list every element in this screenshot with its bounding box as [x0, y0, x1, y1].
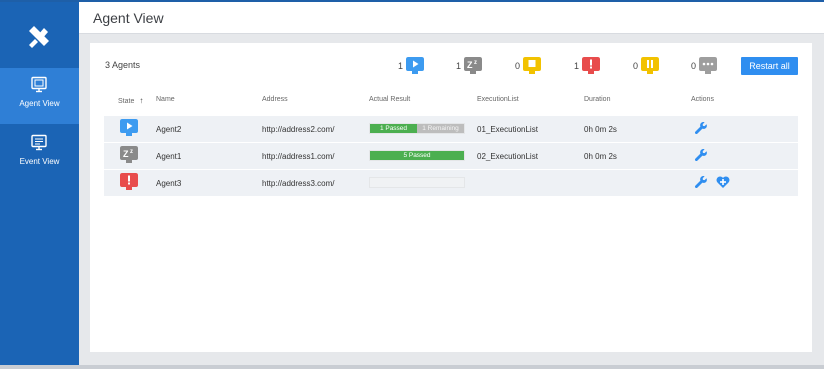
page-title: Agent View [93, 10, 164, 26]
page-header: Agent View [79, 2, 824, 34]
agent-name: Agent3 [156, 179, 182, 188]
table-row[interactable]: Agent2 http://address2.com/ 1 Passed 1 R… [104, 116, 798, 142]
agent-address: http://address3.com/ [262, 179, 335, 188]
stat-count: 0 [691, 61, 697, 71]
svg-text:z: z [130, 149, 133, 155]
execution-list: 02_ExecutionList [477, 152, 538, 161]
result-progress: 1 Passed 1 Remaining [369, 123, 465, 134]
sidebar-item-label: Event View [19, 157, 60, 166]
duration: 0h 0m 2s [584, 152, 617, 161]
duration: 0h 0m 2s [584, 125, 617, 134]
monitor-icon [31, 76, 47, 93]
stat-count: 0 [515, 61, 521, 71]
more-icon [699, 57, 717, 74]
play-icon [406, 57, 424, 74]
sleep-icon: Z z [464, 57, 482, 74]
stop-icon [523, 57, 541, 74]
wrench-icon[interactable] [694, 148, 708, 162]
column-header-execlist[interactable]: ExecutionList [477, 96, 519, 103]
column-header-duration[interactable]: Duration [584, 96, 610, 103]
app-root: Agent View Event View Agent View 3 Agent… [0, 0, 824, 369]
sort-ascending-icon: ↑ [139, 96, 144, 105]
agent-name: Agent1 [156, 152, 182, 161]
table-row[interactable]: Agent3 http://address3.com/ [104, 170, 798, 196]
agents-panel: 3 Agents 1 1 Z z 0 1 0 0 Restart all Sta… [90, 43, 812, 352]
sidebar: Agent View Event View [0, 2, 79, 365]
alert-icon [120, 173, 138, 190]
play-icon [120, 119, 138, 136]
column-header-state[interactable]: State ↑ [118, 96, 143, 105]
svg-text:z: z [474, 60, 477, 66]
sleep-icon: Z z [120, 146, 138, 163]
passed-segment: 1 Passed [370, 124, 417, 133]
stat-count: 1 [398, 61, 404, 71]
column-header-result[interactable]: Actual Result [369, 96, 410, 103]
column-header-name[interactable]: Name [156, 96, 175, 103]
sidebar-item-label: Agent View [19, 99, 60, 108]
restart-all-button[interactable]: Restart all [741, 57, 798, 75]
stat-count: 1 [456, 61, 462, 71]
column-header-address[interactable]: Address [262, 96, 288, 103]
wrench-icon[interactable] [694, 121, 708, 135]
result-progress: 5 Passed [369, 150, 465, 161]
svg-text:Z: Z [467, 60, 473, 70]
agent-address: http://address1.com/ [262, 152, 335, 161]
agents-count: 3 Agents [105, 60, 141, 70]
svg-text:Z: Z [123, 149, 129, 159]
agent-address: http://address2.com/ [262, 125, 335, 134]
table-row[interactable]: Z z Agent1 http://address1.com/ 5 Passed… [104, 143, 798, 169]
pause-icon [641, 57, 659, 74]
heart-plus-icon[interactable] [716, 175, 730, 189]
logo-icon [29, 26, 49, 48]
alert-icon [582, 57, 600, 74]
sidebar-item-agent-view[interactable]: Agent View [0, 68, 79, 124]
bottom-border [0, 365, 824, 369]
result-progress [369, 177, 465, 188]
column-header-label: State [118, 98, 135, 105]
remaining-segment: 1 Remaining [417, 124, 464, 133]
stat-count: 1 [574, 61, 580, 71]
execution-list: 01_ExecutionList [477, 125, 538, 134]
agent-name: Agent2 [156, 125, 182, 134]
event-list-icon [31, 134, 47, 151]
column-header-actions: Actions [691, 96, 714, 103]
stat-count: 0 [633, 61, 639, 71]
sidebar-item-event-view[interactable]: Event View [0, 126, 79, 182]
passed-segment: 5 Passed [370, 151, 464, 160]
wrench-icon[interactable] [694, 175, 708, 189]
